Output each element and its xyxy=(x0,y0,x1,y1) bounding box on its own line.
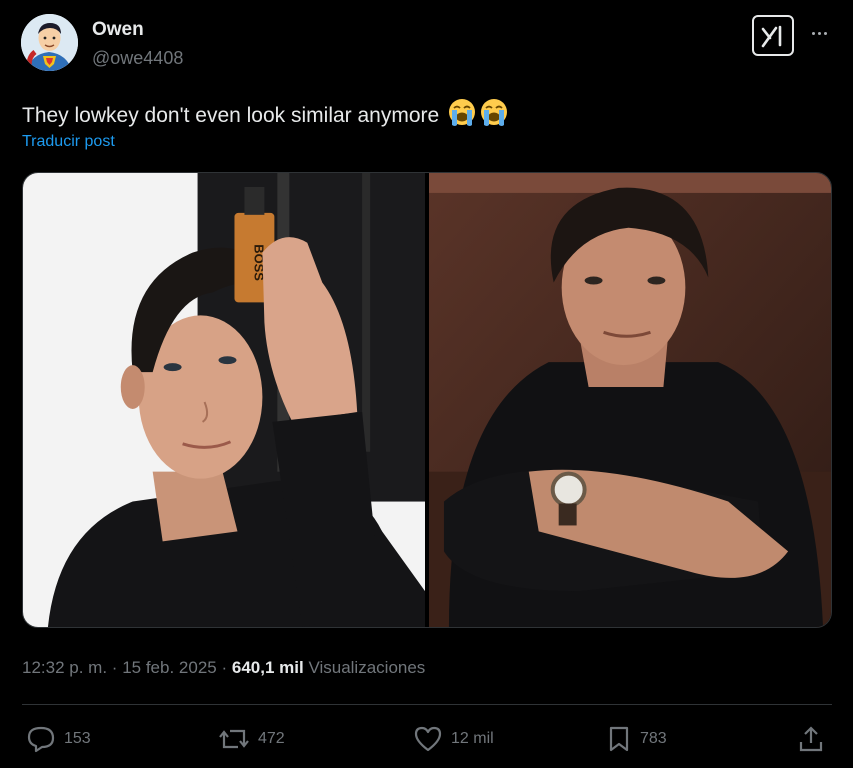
heart-icon xyxy=(414,726,442,752)
meta-separator: · xyxy=(221,658,228,677)
post-time[interactable]: 12:32 p. m. xyxy=(22,658,107,677)
user-handle[interactable]: @owe4408 xyxy=(92,46,183,70)
divider xyxy=(22,704,832,705)
more-dot xyxy=(811,31,815,35)
photo-left[interactable]: BOSS xyxy=(23,173,425,627)
more-dot xyxy=(823,31,827,35)
user-info: Owen @owe4408 xyxy=(92,18,183,70)
loudly-crying-face-icon xyxy=(447,97,477,135)
meta-separator: · xyxy=(111,658,118,677)
repost-button[interactable]: 472 xyxy=(218,725,285,753)
photo-right[interactable] xyxy=(429,173,831,627)
tweet: Owen @owe4408 They lowkey don't even loo… xyxy=(0,0,853,768)
grok-button[interactable] xyxy=(752,15,794,56)
grok-icon xyxy=(761,25,782,47)
share-button[interactable] xyxy=(797,725,825,753)
media-grid: BOSS xyxy=(22,172,832,628)
post-text: They lowkey don't even look similar anym… xyxy=(22,97,509,135)
post-meta: 12:32 p. m. · 15 feb. 2025 · 640,1 mil V… xyxy=(22,656,425,680)
superman-avatar-icon xyxy=(21,14,78,71)
bookmark-button[interactable]: 783 xyxy=(606,725,667,753)
more-dot xyxy=(817,31,821,35)
reply-icon xyxy=(27,726,55,753)
post-text-body: They lowkey don't even look similar anym… xyxy=(22,104,440,127)
reply-count: 153 xyxy=(64,730,91,747)
bookmark-count: 783 xyxy=(640,730,667,747)
repost-icon xyxy=(219,729,249,749)
share-icon xyxy=(799,726,823,752)
like-button[interactable]: 12 mil xyxy=(413,725,494,753)
views-label[interactable]: Visualizaciones xyxy=(308,658,425,677)
post-date[interactable]: 15 feb. 2025 xyxy=(122,658,217,677)
reply-button[interactable]: 153 xyxy=(26,725,91,753)
repost-count: 472 xyxy=(258,730,285,747)
more-options-button[interactable] xyxy=(806,20,832,46)
like-count: 12 mil xyxy=(451,730,494,747)
avatar[interactable] xyxy=(21,14,78,71)
bookmark-icon xyxy=(609,726,629,752)
views-count[interactable]: 640,1 mil xyxy=(232,658,304,677)
translate-post-link[interactable]: Traducir post xyxy=(22,133,115,151)
loudly-crying-face-icon xyxy=(479,97,509,135)
display-name[interactable]: Owen xyxy=(92,18,183,42)
